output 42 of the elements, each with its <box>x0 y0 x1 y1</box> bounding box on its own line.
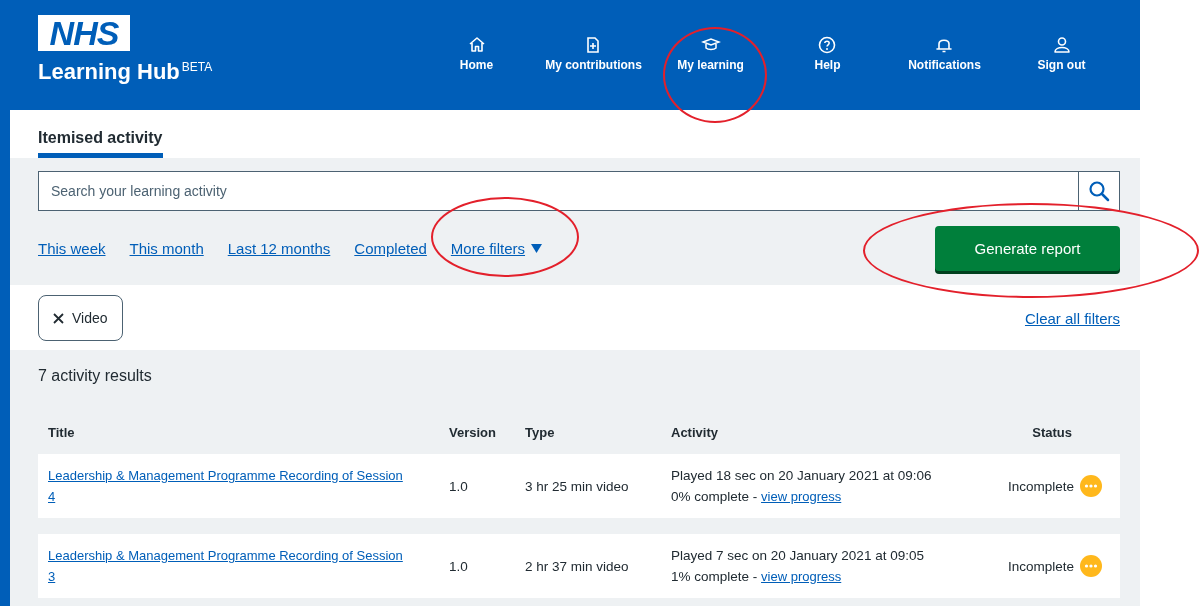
clear-filters-link[interactable]: Clear all filters <box>1024 309 1120 327</box>
person-icon <box>1051 35 1072 55</box>
nav-link[interactable]: My contributions <box>543 33 644 74</box>
status-text: Incomplete <box>1007 558 1074 574</box>
search-icon <box>1088 180 1110 202</box>
help-icon <box>817 35 838 55</box>
table-cell: 1.0 <box>439 454 515 518</box>
view-progress-link[interactable]: view progress <box>761 569 842 584</box>
progress-text: 1% complete - view progress <box>671 568 843 586</box>
filter-chip[interactable]: Video <box>38 295 123 341</box>
table-cell: 2 hr 37 min video <box>515 534 661 598</box>
activity-text: Played 7 sec on 20 January 2021 at 09:05 <box>671 547 924 565</box>
site-title: Learning Hub <box>38 59 180 85</box>
close-icon <box>53 312 64 324</box>
status-text: Incomplete <box>1007 478 1074 494</box>
progress-text: 0% complete - view progress <box>671 488 843 506</box>
status-dots-icon <box>1080 555 1102 577</box>
column-header: Type <box>524 425 556 442</box>
table-cell: 3 hr 25 min video <box>515 454 661 518</box>
column-header: Title <box>47 425 76 442</box>
column-header: Activity <box>670 425 719 442</box>
view-progress-link[interactable]: view progress <box>761 489 842 504</box>
filter-link[interactable]: Last 12 months <box>227 240 331 257</box>
more-filters-dropdown[interactable]: More filters <box>450 240 543 257</box>
filter-link[interactable]: Completed <box>354 240 427 257</box>
filter-link[interactable]: This month <box>129 240 204 257</box>
nav-link[interactable]: Sign out <box>1035 33 1088 74</box>
column-header: Status <box>1031 425 1073 442</box>
nav-link[interactable]: Help <box>812 33 843 74</box>
nav-link[interactable]: Home <box>457 33 496 74</box>
column-header: Version <box>448 425 497 442</box>
nav-link[interactable]: My learning <box>675 33 746 74</box>
caret-icon <box>531 244 543 253</box>
results-count: 7 activity results <box>38 367 153 385</box>
activity-text: Played 18 sec on 20 January 2021 at 09:06 <box>671 467 932 485</box>
filter-link[interactable]: This week <box>38 240 106 257</box>
table-cell: 1.0 <box>439 534 515 598</box>
nav-link[interactable]: Notifications <box>906 33 983 74</box>
nhs-logo[interactable]: NHS <box>38 15 130 51</box>
beta-label: BETA <box>181 60 213 74</box>
generate-report-button[interactable]: Generate report <box>935 226 1120 271</box>
status-dots-icon <box>1080 475 1102 497</box>
